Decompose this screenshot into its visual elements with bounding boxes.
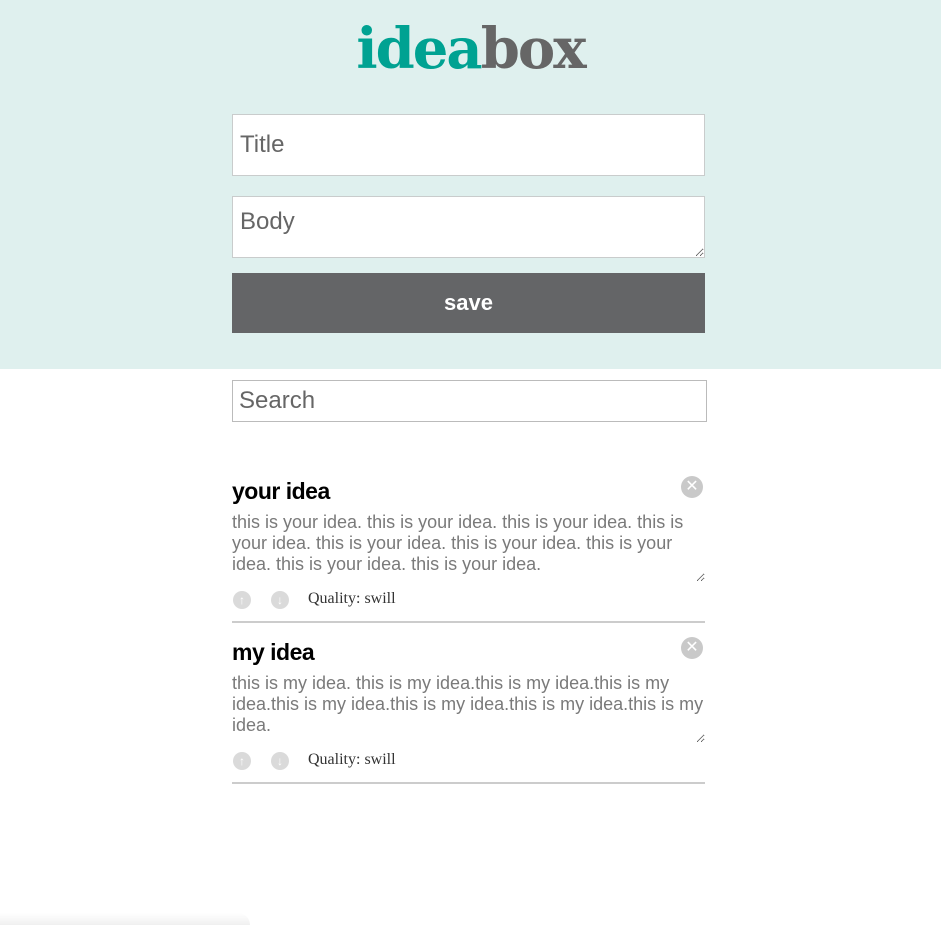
save-button[interactable]: save [232, 273, 705, 333]
downvote-icon[interactable]: ↓ [271, 591, 289, 609]
header: ideabox save [0, 0, 941, 369]
logo: ideabox [0, 14, 941, 84]
upvote-icon[interactable]: ↑ [233, 752, 251, 770]
delete-icon[interactable]: ✕ [681, 476, 703, 498]
idea-title[interactable]: your idea [232, 476, 330, 506]
quality-label: Quality: swill [308, 590, 396, 607]
idea-body[interactable] [232, 512, 705, 582]
idea-title[interactable]: my idea [232, 637, 315, 667]
idea-card: my idea ✕ ↑ ↓ Quality: swill [232, 637, 705, 784]
idea-card: your idea ✕ ↑ ↓ Quality: swill [232, 476, 705, 623]
upvote-icon[interactable]: ↑ [233, 591, 251, 609]
logo-box-text: box [480, 16, 587, 82]
bottom-shadow [0, 913, 250, 925]
quality-label: Quality: swill [308, 751, 396, 768]
downvote-icon[interactable]: ↓ [271, 752, 289, 770]
delete-icon[interactable]: ✕ [681, 637, 703, 659]
search-input[interactable] [232, 380, 707, 422]
title-input[interactable] [232, 114, 705, 176]
idea-body[interactable] [232, 673, 705, 743]
body-input[interactable] [232, 196, 705, 258]
logo-idea-text: idea [356, 16, 482, 82]
